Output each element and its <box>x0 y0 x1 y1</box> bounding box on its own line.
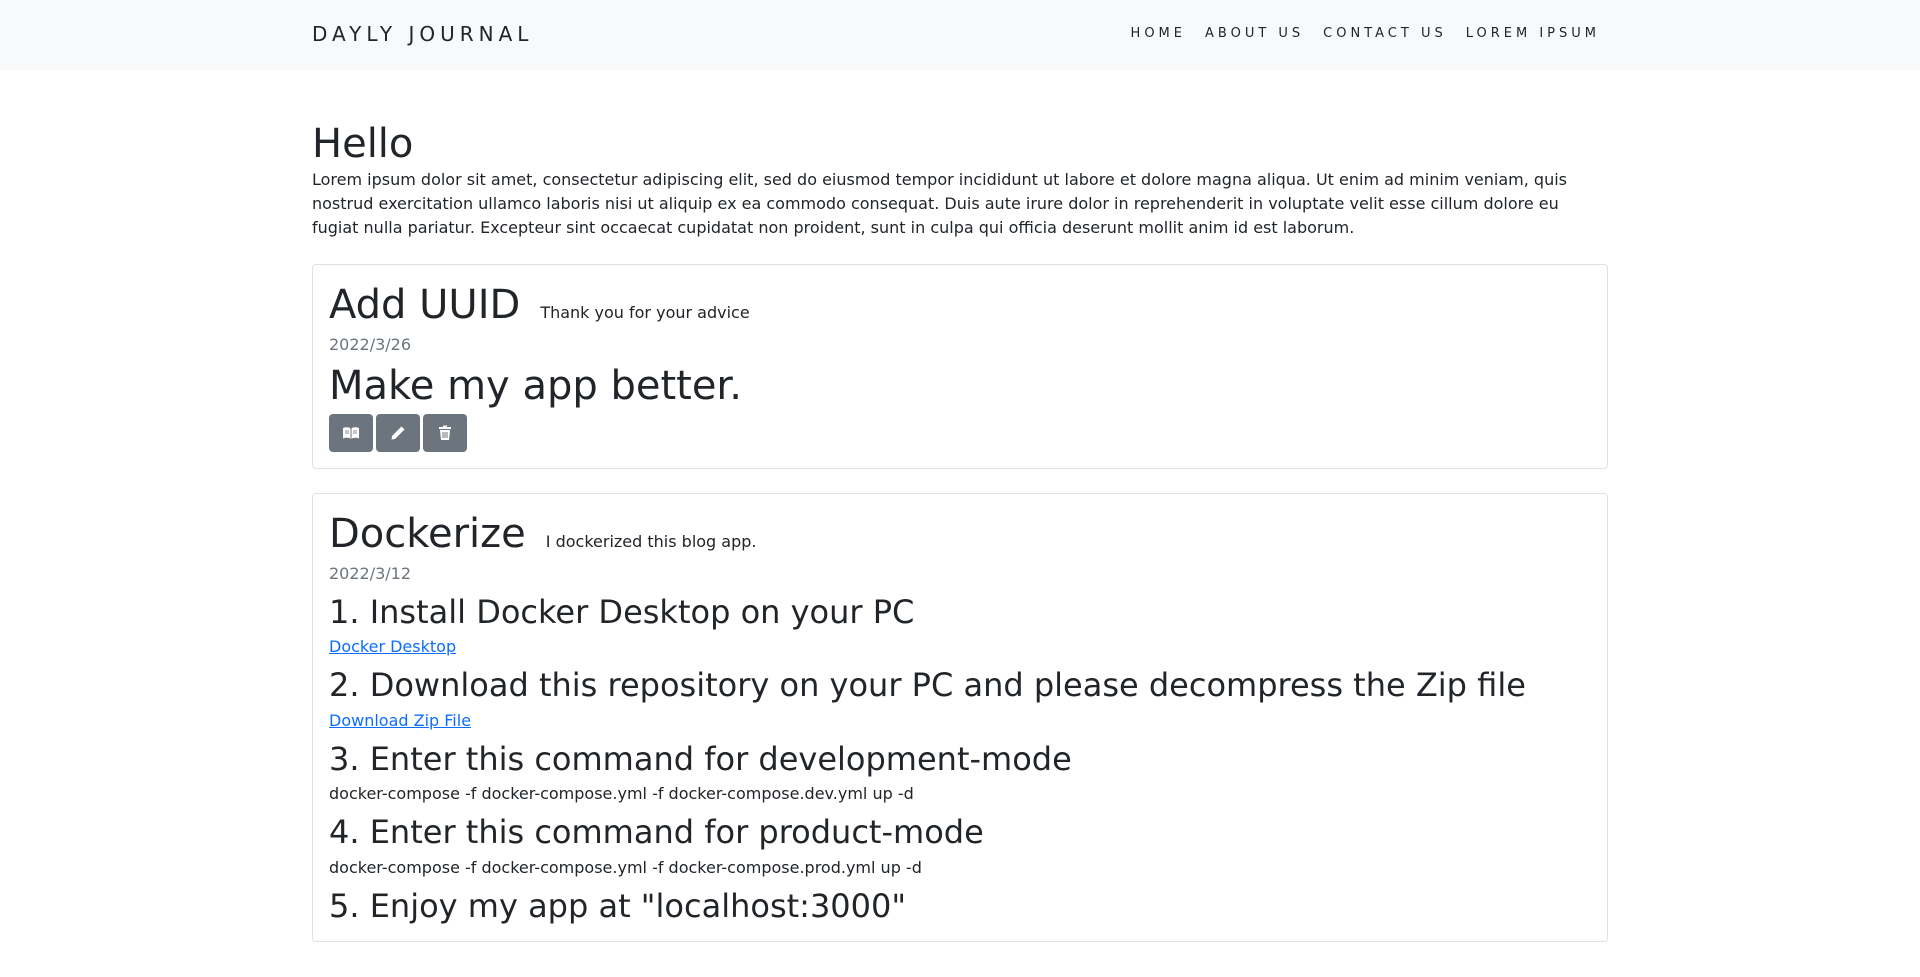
brand-logo[interactable]: DAYLY JOURNAL <box>312 22 533 46</box>
post-title: Dockerize <box>329 511 526 557</box>
intro-title: Hello <box>312 121 414 167</box>
nav-lorem-link[interactable]: LOREM IPSUM <box>1466 26 1600 41</box>
nav-contact-link[interactable]: CONTACT US <box>1323 26 1447 41</box>
post-subtitle: Thank you for your advice <box>540 303 750 322</box>
step-title: 2. Download this repository on your PC a… <box>329 666 1526 705</box>
step-title: 4. Enter this command for product-mode <box>329 813 984 852</box>
intro-text: Lorem ipsum dolor sit amet, consectetur … <box>312 170 1567 237</box>
post-header: Add UUID Thank you for your advice <box>329 281 1591 329</box>
nav-about-link[interactable]: ABOUT US <box>1205 26 1304 41</box>
step-title: 5. Enjoy my app at "localhost:3000" <box>329 886 907 925</box>
read-button[interactable] <box>329 414 373 452</box>
docker-desktop-link[interactable]: Docker Desktop <box>329 637 456 656</box>
delete-button[interactable] <box>423 414 467 452</box>
nav-links: HOME ABOUT US CONTACT US LOREM IPSUM <box>1131 26 1600 41</box>
main-content: Hello Lorem ipsum dolor sit amet, consec… <box>312 70 1608 942</box>
book-open-icon <box>342 426 360 440</box>
edit-button[interactable] <box>376 414 420 452</box>
pencil-icon <box>390 425 406 441</box>
post-actions <box>329 414 1591 452</box>
post-card: Dockerize I dockerized this blog app. 20… <box>312 493 1608 942</box>
post-body: Make my app better. <box>329 363 742 409</box>
step-title: 1. Install Docker Desktop on your PC <box>329 593 915 631</box>
download-zip-link[interactable]: Download Zip File <box>329 711 471 730</box>
post-date: 2022/3/26 <box>329 335 412 354</box>
trash-icon <box>438 425 452 441</box>
navbar: DAYLY JOURNAL HOME ABOUT US CONTACT US L… <box>0 0 1920 70</box>
post-title: Add UUID <box>329 282 521 328</box>
post-subtitle: I dockerized this blog app. <box>545 532 757 551</box>
nav-home-link[interactable]: HOME <box>1131 26 1186 41</box>
post-card: Add UUID Thank you for your advice 2022/… <box>312 264 1608 469</box>
post-header: Dockerize I dockerized this blog app. <box>329 510 1591 558</box>
command-text: docker-compose -f docker-compose.yml -f … <box>329 784 914 804</box>
post-date: 2022/3/12 <box>329 564 412 583</box>
command-text: docker-compose -f docker-compose.yml -f … <box>329 857 922 877</box>
step-title: 3. Enter this command for development-mo… <box>329 739 1072 778</box>
